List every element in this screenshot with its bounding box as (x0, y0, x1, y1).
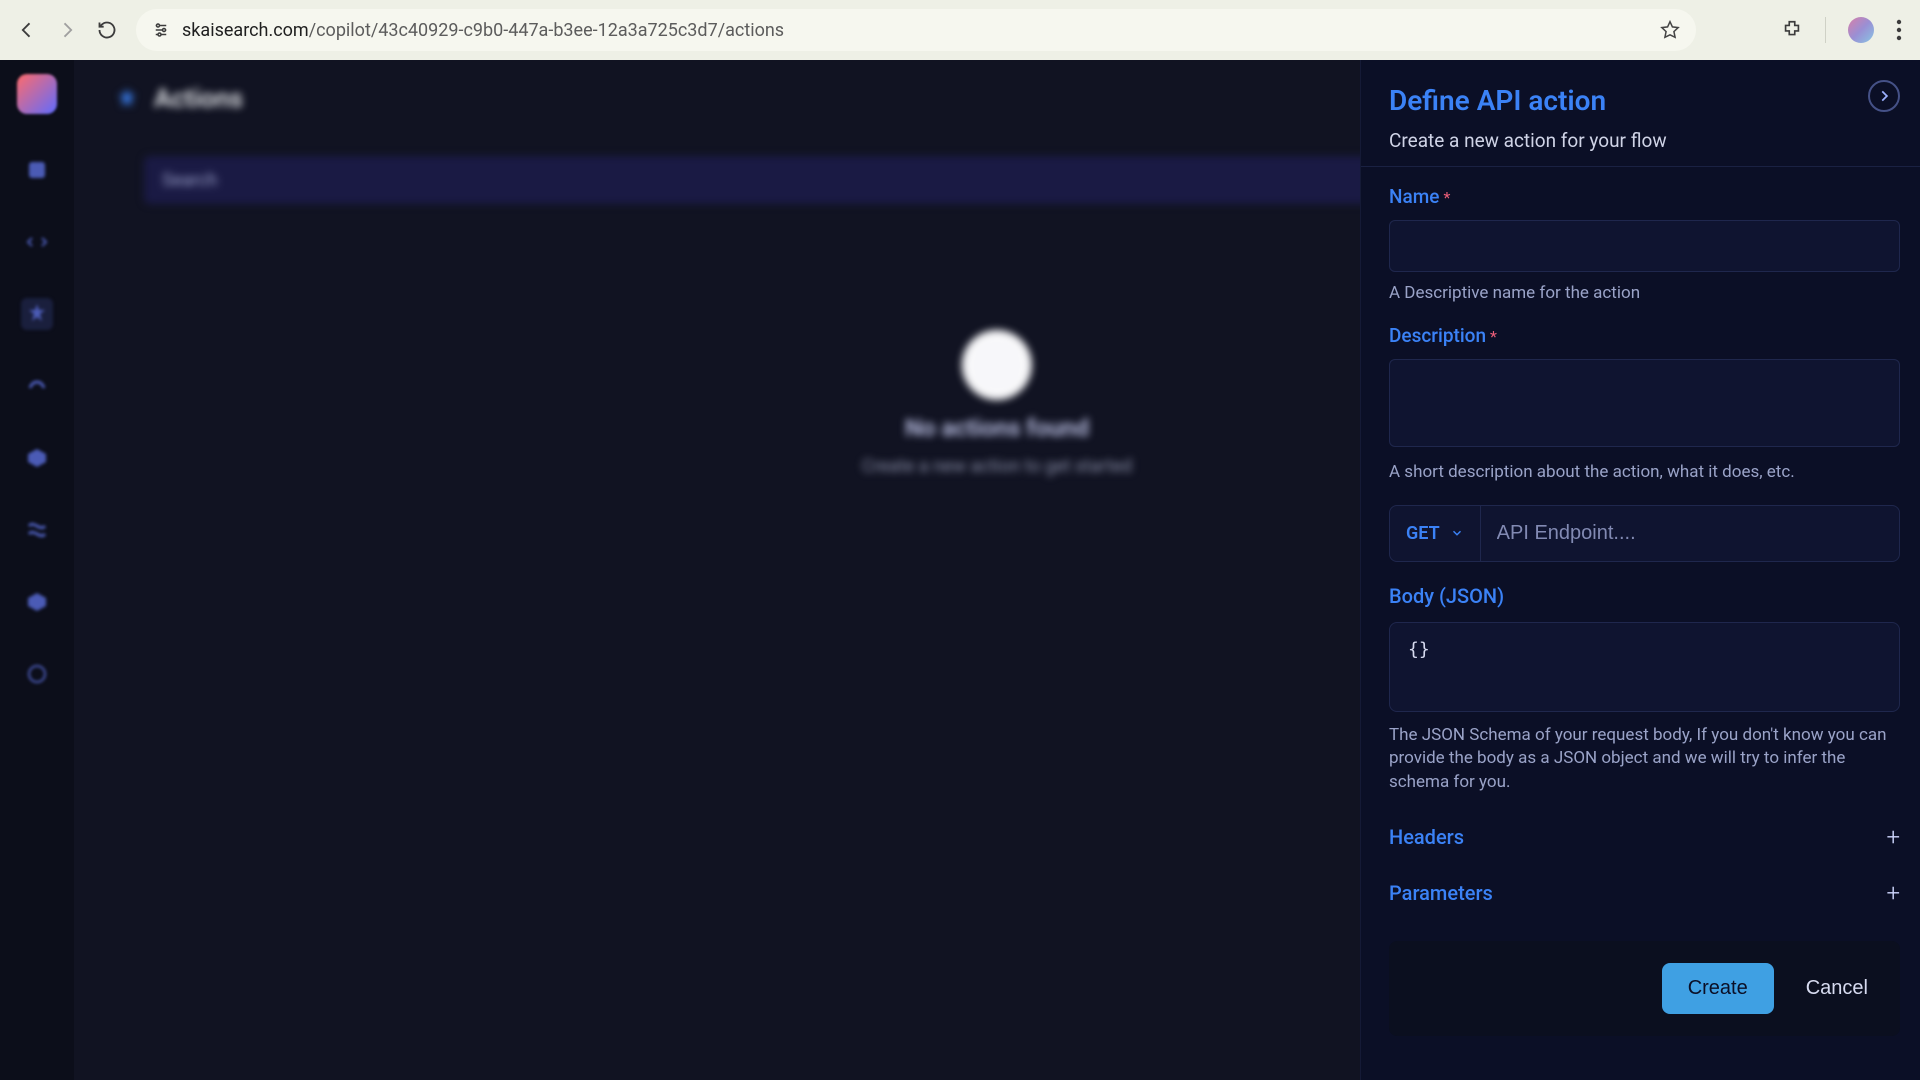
app-logo[interactable] (17, 74, 57, 114)
divider (1361, 166, 1920, 167)
empty-state: No actions found Create a new action to … (862, 330, 1132, 477)
body-label: Body (JSON) (1389, 584, 1900, 608)
body-json-input[interactable]: {} (1389, 622, 1900, 712)
main-content: Actions Search No actions found Create a… (74, 60, 1920, 1080)
add-header-icon: + (1886, 823, 1900, 851)
headers-label: Headers (1389, 825, 1464, 849)
browser-chrome: skaisearch.com/copilot/43c40929-c9b0-447… (0, 0, 1920, 60)
empty-state-title: No actions found (905, 414, 1089, 442)
rail-item-7[interactable] (21, 586, 53, 618)
url-text: skaisearch.com/copilot/43c40929-c9b0-447… (182, 20, 1648, 41)
chrome-right-controls (1781, 17, 1910, 43)
browser-menu-icon[interactable] (1896, 19, 1902, 41)
separator (1825, 17, 1826, 43)
body-hint: The JSON Schema of your request body, If… (1389, 724, 1900, 795)
description-label: Description (1389, 324, 1486, 347)
rail-item-6[interactable] (21, 514, 53, 546)
profile-avatar[interactable] (1848, 17, 1874, 43)
parameters-label: Parameters (1389, 881, 1493, 905)
left-rail (0, 60, 74, 1080)
bookmark-star-icon[interactable] (1660, 20, 1680, 40)
back-button[interactable] (16, 19, 38, 41)
address-bar[interactable]: skaisearch.com/copilot/43c40929-c9b0-447… (136, 9, 1696, 51)
description-hint: A short description about the action, wh… (1389, 461, 1900, 485)
search-placeholder: Search (162, 170, 217, 191)
description-field: Description* A short description about t… (1389, 324, 1900, 485)
panel-footer: Create Cancel (1389, 941, 1900, 1036)
name-hint: A Descriptive name for the action (1389, 282, 1900, 306)
create-button[interactable]: Create (1662, 963, 1774, 1014)
url-path: /copilot/43c40929-c9b0-447a-b3ee-12a3a72… (309, 20, 784, 41)
required-asterisk: * (1443, 188, 1450, 207)
parameters-section[interactable]: Parameters + (1389, 879, 1900, 907)
url-domain: skaisearch.com (182, 20, 309, 41)
headers-section[interactable]: Headers + (1389, 823, 1900, 851)
empty-state-subtitle: Create a new action to get started (862, 456, 1132, 477)
rail-item-5[interactable] (21, 442, 53, 474)
http-method-select[interactable]: GET (1390, 506, 1481, 561)
cancel-button[interactable]: Cancel (1796, 963, 1878, 1014)
endpoint-input[interactable] (1481, 506, 1899, 561)
add-parameter-icon: + (1886, 879, 1900, 907)
panel-collapse-button[interactable] (1868, 80, 1900, 112)
empty-state-logo (962, 330, 1032, 400)
chevron-down-icon (1450, 526, 1464, 540)
actions-icon (114, 86, 140, 112)
reload-button[interactable] (96, 19, 118, 41)
rail-item-2[interactable] (21, 226, 53, 258)
panel-title: Define API action (1389, 84, 1900, 117)
name-label: Name (1389, 185, 1439, 208)
site-settings-icon[interactable] (152, 21, 170, 39)
extensions-icon[interactable] (1781, 19, 1803, 41)
required-asterisk: * (1490, 327, 1497, 346)
http-method-value: GET (1406, 523, 1440, 544)
rail-item-actions[interactable] (21, 298, 53, 330)
rail-item-8[interactable] (21, 658, 53, 690)
body-json-value: {} (1408, 639, 1430, 660)
panel-subtitle: Create a new action for your flow (1389, 129, 1900, 152)
description-input[interactable] (1389, 359, 1900, 447)
name-field: Name* A Descriptive name for the action (1389, 185, 1900, 306)
define-action-panel: Define API action Create a new action fo… (1360, 60, 1920, 1080)
nav-buttons (16, 19, 118, 41)
rail-item-4[interactable] (21, 370, 53, 402)
name-input[interactable] (1389, 220, 1900, 272)
forward-button[interactable] (56, 19, 78, 41)
app-root: Actions Search No actions found Create a… (0, 60, 1920, 1080)
endpoint-row: GET (1389, 505, 1900, 562)
page-title: Actions (154, 84, 243, 114)
rail-item-1[interactable] (21, 154, 53, 186)
